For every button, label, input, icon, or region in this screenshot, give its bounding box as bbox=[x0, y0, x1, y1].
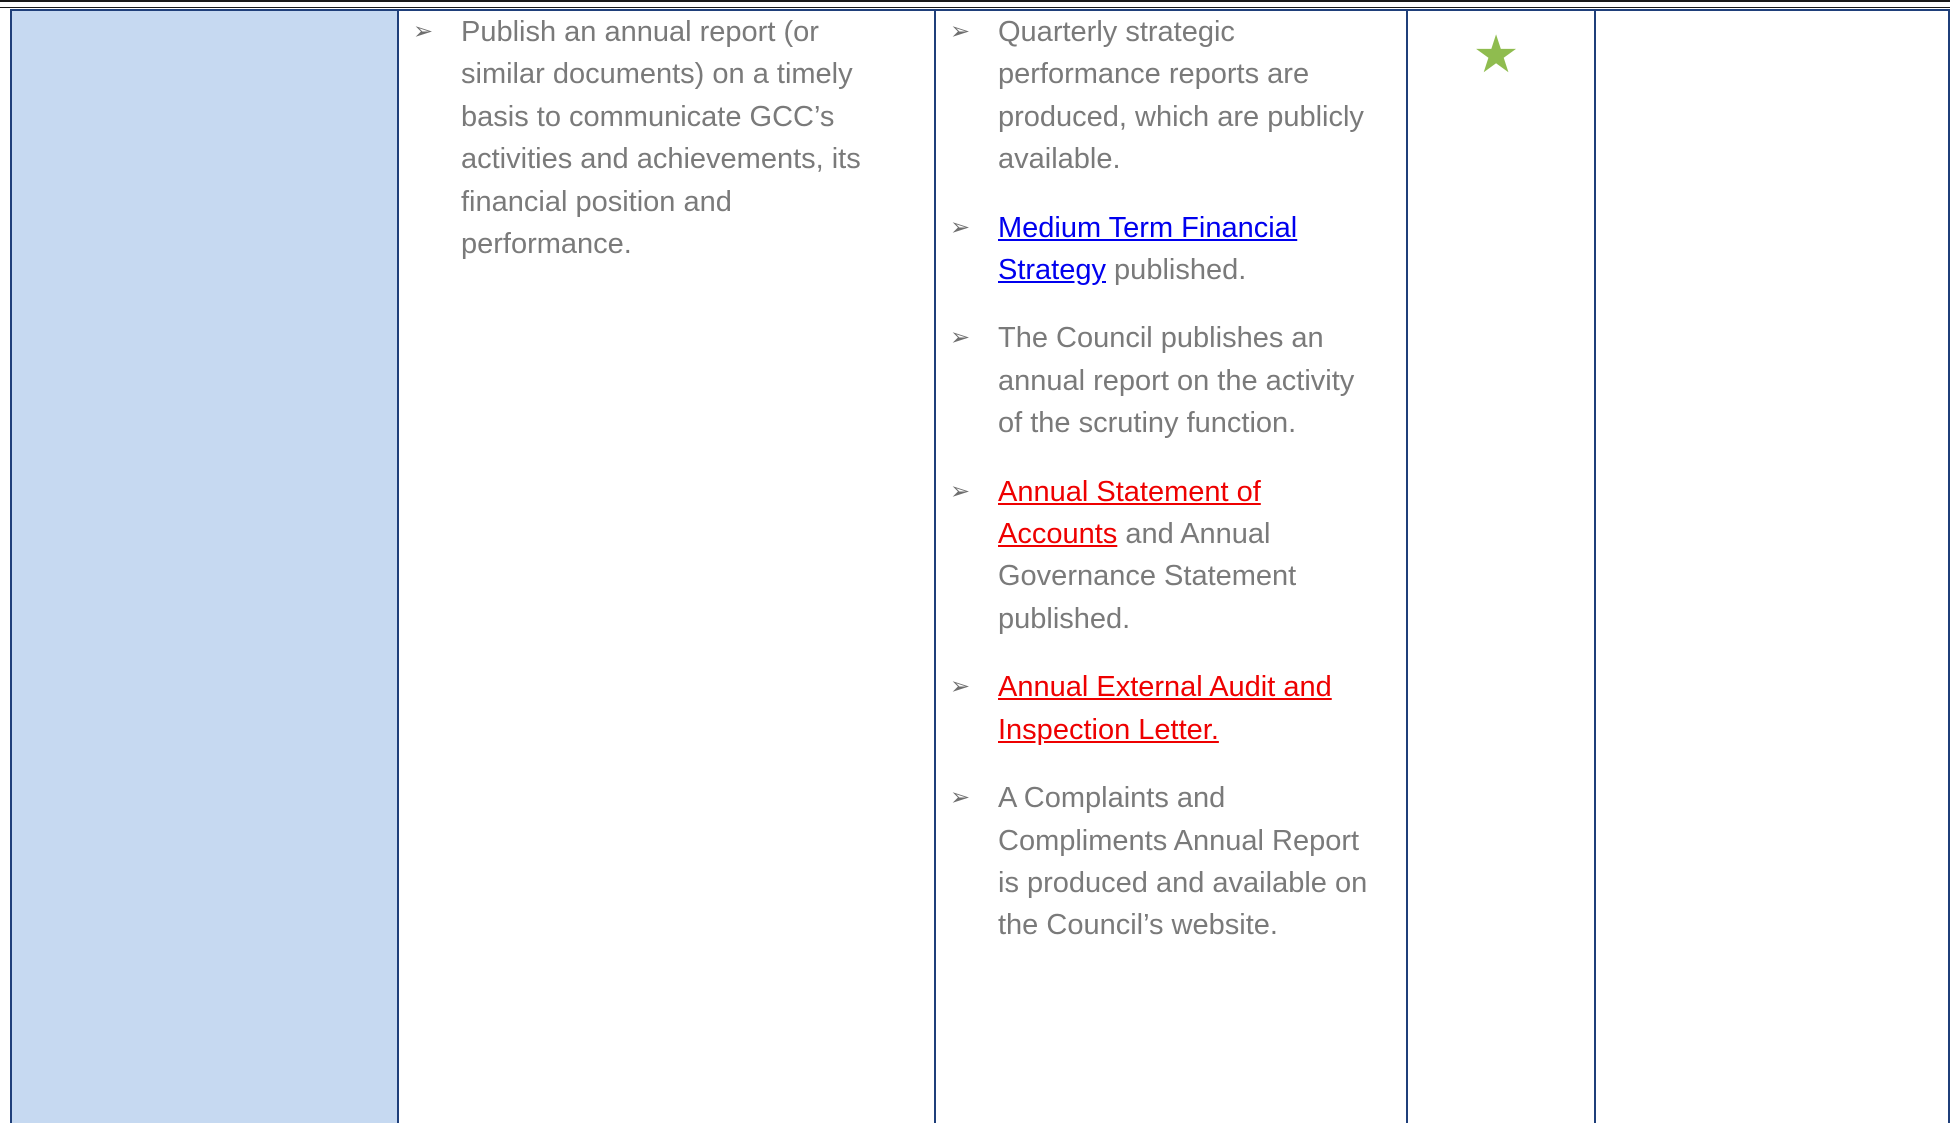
evidence-cell: ➢ Quarterly strategic performance report… bbox=[934, 9, 1408, 1123]
evidence-text: The Council publishes an annual report o… bbox=[998, 322, 1355, 440]
arrow-bullet-icon: ➢ bbox=[950, 324, 971, 352]
list-item: ➢ Publish an annual report (or similar d… bbox=[399, 11, 934, 265]
action-list: ➢ Publish an annual report (or similar d… bbox=[399, 11, 934, 265]
document-page: ➢ Publish an annual report (or similar d… bbox=[0, 0, 1950, 1123]
arrow-bullet-icon: ➢ bbox=[950, 213, 971, 241]
comments-cell bbox=[1594, 9, 1950, 1123]
evidence-text: Quarterly strategic performance reports … bbox=[998, 16, 1364, 176]
action-text: Publish an annual report (or similar doc… bbox=[461, 16, 861, 261]
evidence-text: published. bbox=[1106, 254, 1247, 287]
evidence-list: ➢ Quarterly strategic performance report… bbox=[936, 11, 1406, 947]
list-item: ➢ Annual Statement of Accounts and Annua… bbox=[936, 471, 1406, 641]
arrow-bullet-icon: ➢ bbox=[950, 784, 971, 812]
top-border-rule bbox=[0, 0, 1950, 8]
star-icon: ★ bbox=[1472, 26, 1520, 84]
arrow-bullet-icon: ➢ bbox=[950, 477, 971, 505]
list-item: ➢ Quarterly strategic performance report… bbox=[936, 11, 1406, 181]
row-header-cell bbox=[10, 9, 399, 1123]
list-item: ➢ Medium Term Financial Strategy publish… bbox=[936, 207, 1406, 292]
arrow-bullet-icon: ➢ bbox=[950, 18, 971, 45]
list-item: ➢ A Complaints and Compliments Annual Re… bbox=[936, 777, 1406, 947]
list-item: ➢ The Council publishes an annual report… bbox=[936, 317, 1406, 444]
rating-cell: ★ bbox=[1406, 9, 1596, 1123]
external-audit-letter-link[interactable]: Annual External Audit and Inspection Let… bbox=[998, 671, 1332, 745]
table-row: ➢ Publish an annual report (or similar d… bbox=[10, 9, 1950, 1123]
action-cell: ➢ Publish an annual report (or similar d… bbox=[397, 9, 936, 1123]
governance-table: ➢ Publish an annual report (or similar d… bbox=[10, 9, 1950, 1123]
list-item: ➢ Annual External Audit and Inspection L… bbox=[936, 666, 1406, 751]
arrow-bullet-icon: ➢ bbox=[413, 18, 434, 45]
arrow-bullet-icon: ➢ bbox=[950, 673, 971, 701]
evidence-text: A Complaints and Compliments Annual Repo… bbox=[998, 782, 1368, 942]
